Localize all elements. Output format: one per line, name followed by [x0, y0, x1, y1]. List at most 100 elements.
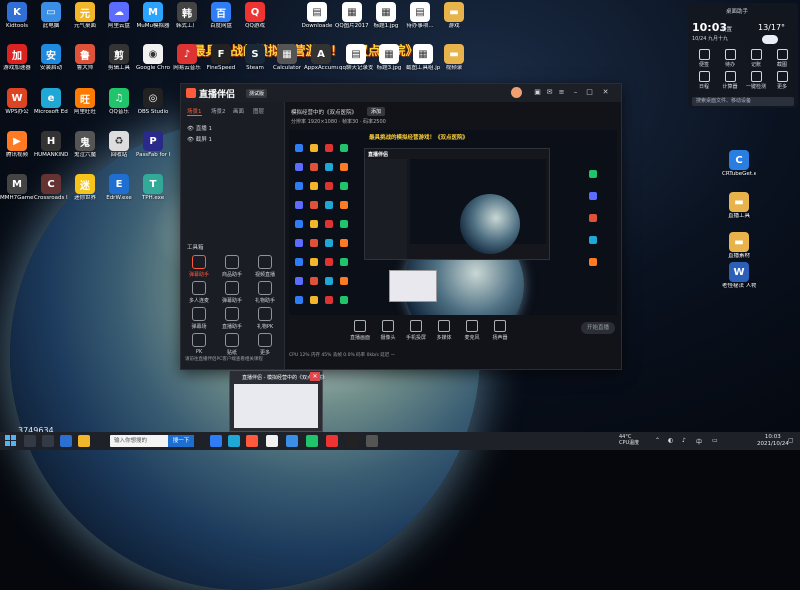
desktop-icon[interactable]: AAppxAccumulatorUI... [304, 44, 338, 72]
maximize-icon[interactable]: □ [585, 88, 594, 97]
menu-icon[interactable]: ≡ [557, 88, 566, 97]
source-button[interactable]: 摄像头 [373, 320, 403, 341]
desktop-icon[interactable]: H HUMANKIND [34, 131, 68, 159]
desktop-icon[interactable]: ▦ 标题1.jpg [369, 2, 403, 30]
desktop-icon[interactable]: MMMH7GameWindows [0, 174, 34, 202]
start-live-button[interactable]: 开始直播 [581, 322, 615, 334]
file-explorer-icon[interactable] [78, 435, 90, 447]
live-companion-icon[interactable] [246, 435, 258, 447]
obs-icon[interactable] [346, 435, 358, 447]
game-icon[interactable] [366, 435, 378, 447]
desktop-icon[interactable]: CCrossroads Inn Anniv... [34, 174, 68, 202]
tab-scene-1[interactable]: 场景1 [187, 107, 202, 116]
widget-button[interactable]: 一键检测 [746, 71, 766, 90]
toolbox-tool[interactable]: 弹幕助手 [185, 255, 213, 278]
input-method-icon[interactable]: 中 [696, 437, 702, 446]
toolbox-tool[interactable]: 商品助手 [218, 255, 246, 278]
toolbox-tool[interactable]: 礼物PK [251, 307, 279, 330]
desktop-icon[interactable]: ▦ Calculator [270, 44, 304, 72]
desktop-icon[interactable]: eMicrosoft Edge [34, 88, 68, 116]
desktop-icon[interactable]: PPassFab for RAR [136, 131, 170, 159]
desktop-icon[interactable]: ▤qq聊天记录支付宝提... [339, 44, 373, 72]
volume-icon[interactable]: ♪ [682, 437, 686, 444]
desktop-icon[interactable]: ▤ Downloade [300, 2, 334, 30]
desktop-icon[interactable]: CCRTubeGet.exe [722, 150, 756, 178]
task-view-icon[interactable] [42, 435, 54, 447]
source-button[interactable]: 直播画面 [345, 320, 375, 341]
message-icon[interactable]: ✉ [545, 88, 554, 97]
desktop-icon[interactable]: S Steam [238, 44, 272, 72]
desktop-icon[interactable]: F FineSpeed [204, 44, 238, 72]
toolbox-tool[interactable]: 多人连麦 [185, 281, 213, 304]
tab-layers[interactable]: 图层 [253, 107, 264, 115]
source-button[interactable]: 麦克风 [457, 320, 487, 341]
widget-button[interactable]: 便签 [694, 49, 714, 68]
search-icon[interactable] [24, 435, 36, 447]
gift-icon[interactable]: ▣ [533, 88, 542, 97]
source-row-capture[interactable]: 👁 截屏 1 [187, 135, 212, 143]
desktop-icon[interactable]: ▭ 此电脑 [34, 2, 68, 30]
toolbox-tool[interactable]: 更多 [251, 333, 279, 356]
desktop-icon[interactable]: M MuMu模拟器 [136, 2, 170, 30]
source-button[interactable]: 手机投屏 [401, 320, 431, 341]
desktop-icon[interactable]: ▬ 直播工具 [722, 192, 756, 220]
desktop-icon[interactable]: ▬ 游戏 [437, 2, 471, 30]
desktop-icon[interactable]: ▶ 腾讯视频 [0, 131, 34, 159]
close-icon[interactable]: ✕ [601, 88, 610, 97]
desktop-icon[interactable]: 剪剪辑工具 [102, 44, 136, 72]
edge-icon[interactable] [228, 435, 240, 447]
desktop-icon[interactable]: ▤ 待办事项... [403, 2, 437, 30]
desktop-icon[interactable]: ▬ 直播素材 [722, 232, 756, 260]
widget-button[interactable]: 计算器 [720, 71, 740, 90]
desktop-icon[interactable]: 鬼鬼泣六魔 [68, 131, 102, 159]
toolbox-tool[interactable]: PK [185, 333, 213, 355]
wechat-icon[interactable] [306, 435, 318, 447]
toolbox-tool[interactable]: 直播助手 [218, 307, 246, 330]
desktop-icon[interactable]: Q QQ游戏 [238, 2, 272, 30]
widget-settings[interactable]: 设置 [721, 25, 732, 33]
stream-settings-bar[interactable]: 分辨率 1920×1080 · 帧率30 · 码率2500 [291, 118, 386, 125]
live-preview[interactable]: 最具挑战的模拟经营游戏！《双点医院》 直播伴侣 [289, 130, 617, 315]
toolbox-tool[interactable]: 弹幕场 [185, 307, 213, 330]
widget-button[interactable]: 记账 [746, 49, 766, 68]
taskbar-preview-popup[interactable]: 直播伴侣 - 模拟经营中的《双点医院》 ✕ [229, 370, 327, 432]
widget-button[interactable]: 更多 [772, 71, 792, 90]
notification-icon[interactable]: ▢ [788, 437, 794, 444]
battery-icon[interactable]: ▭ [712, 437, 718, 444]
chrome-icon[interactable] [266, 435, 278, 447]
desktop-icon[interactable]: ☁ 阿里云盘 [102, 2, 136, 30]
close-icon[interactable]: ✕ [310, 372, 320, 381]
toolbox-tool[interactable]: 贴纸 [218, 333, 246, 356]
live-companion-window[interactable]: 直播伴侣 测试版 ▣ ✉ ≡ – □ ✕ 场景1 场景2 画面 图层 👁 直播 … [180, 83, 622, 370]
network-icon[interactable]: ◐ [668, 437, 673, 444]
toolbox-tool[interactable]: 弹幕助手 [218, 281, 246, 304]
widget-button[interactable]: 截图 [772, 49, 792, 68]
widget-button[interactable]: 待办 [720, 49, 740, 68]
desktop-icon[interactable]: E EdrW.exe [102, 174, 136, 202]
desktop-icon[interactable]: ▦QQ图片2017122... [335, 2, 369, 30]
windows-start-icon[interactable] [5, 435, 16, 446]
desktop-icon[interactable]: 安安装启动 [34, 44, 68, 72]
app-titlebar[interactable]: 直播伴侣 测试版 ▣ ✉ ≡ – □ ✕ [181, 84, 621, 102]
taskbar-search-button[interactable]: 搜一下 [168, 435, 194, 447]
desktop-icon[interactable]: W老怪秘法 人物展示.doc [722, 262, 756, 290]
avatar[interactable] [511, 87, 522, 98]
widgets-icon[interactable] [60, 435, 72, 447]
tab-scene-2[interactable]: 场景2 [211, 107, 226, 115]
desktop-icon[interactable]: W WPS办公 [0, 88, 34, 116]
minimize-icon[interactable]: – [571, 88, 580, 97]
desktop-icon[interactable]: 加游戏加速器 [0, 44, 34, 72]
desktop-icon[interactable]: ◉Google Chrome [136, 44, 170, 72]
chevron-up-icon[interactable]: ⌃ [655, 437, 660, 444]
baidu-icon[interactable] [210, 435, 222, 447]
desktop-icon[interactable]: 鲁鲁大师 [68, 44, 102, 72]
desktop-icon[interactable]: ◎ OBS Studio [136, 88, 170, 116]
desktop-icon[interactable]: ♻ 回收站 [102, 131, 136, 159]
desktop-icon[interactable]: ♪ 网易云音乐 [170, 44, 204, 72]
desktop-icon[interactable]: ▦ 截图工具组.jpg [406, 44, 440, 72]
desktop-icon[interactable]: 迷迷你世界 [68, 174, 102, 202]
desktop-icon[interactable]: 百百度网盘 [204, 2, 238, 30]
toolbox-tool[interactable]: 视频直播 [251, 255, 279, 278]
desktop-icon[interactable]: 元元气桌面 [68, 2, 102, 30]
tab-canvas[interactable]: 画面 [233, 107, 244, 115]
